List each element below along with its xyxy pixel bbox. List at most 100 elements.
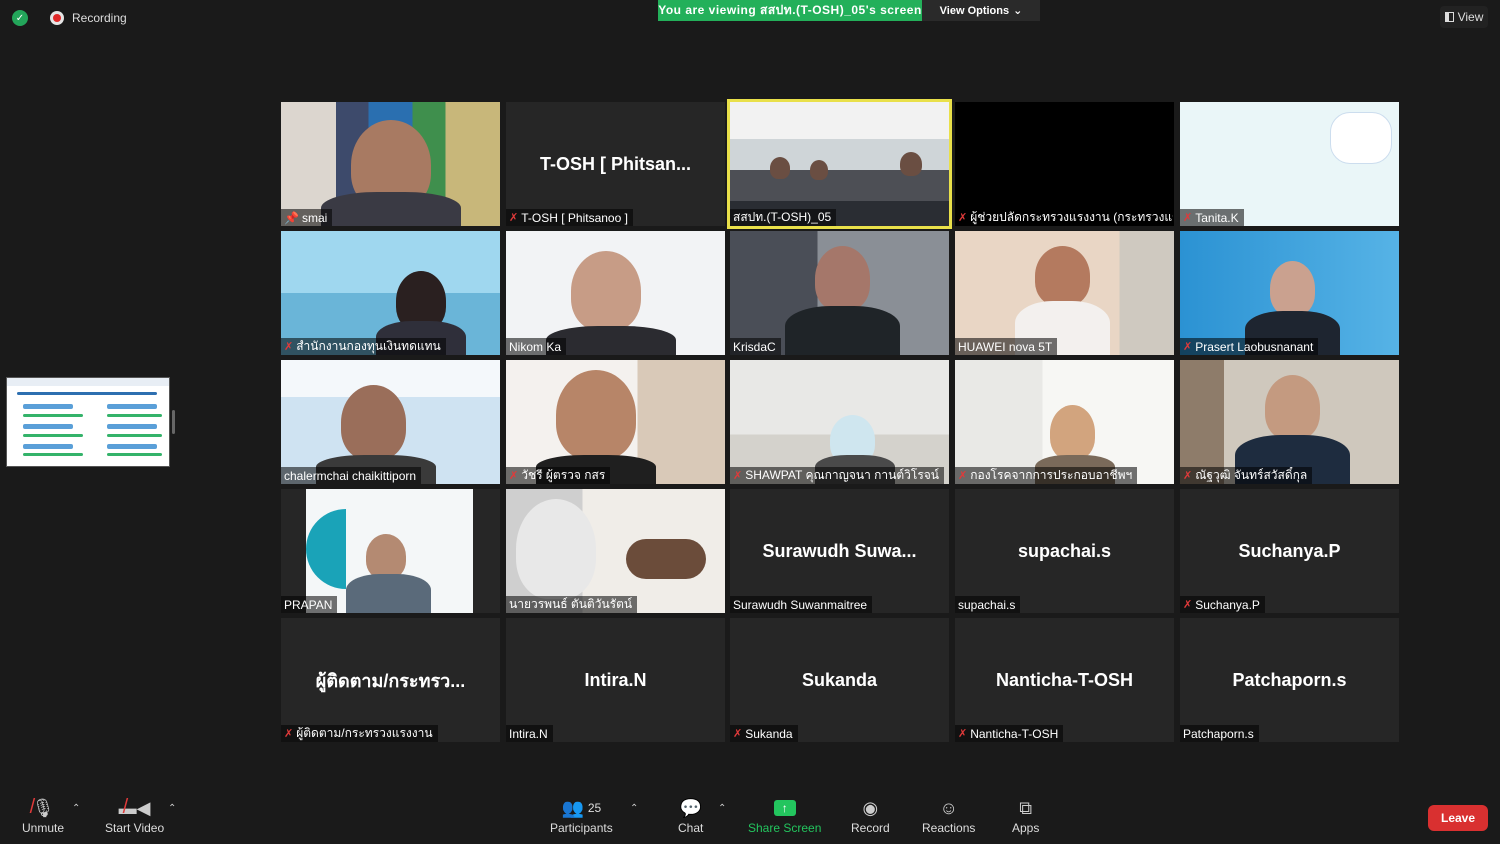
participant-name: Nikom Ka xyxy=(506,338,567,355)
mic-muted-icon: ✗ xyxy=(958,212,968,224)
participants-button[interactable]: 👥 25 Participants xyxy=(550,795,613,836)
video-tile[interactable]: PRAPAN xyxy=(281,489,500,613)
participant-name: Surawudh Suwanmaitree xyxy=(730,596,873,613)
mic-muted-icon: ✗ xyxy=(958,470,968,482)
participant-name: ✗ ผู้ติดตาม/กระทรวงแรงงาน xyxy=(281,725,438,742)
video-tile[interactable]: HUAWEI nova 5T xyxy=(955,231,1174,355)
record-button[interactable]: ◉ Record xyxy=(851,795,890,836)
participant-name: ✗ วัชรี ผู้ตรวจ กสร xyxy=(506,467,611,484)
video-tile[interactable]: ✗ ณัฐวุฒิ จันทร์สวัสดิ์กุล xyxy=(1180,360,1399,484)
participant-name: สสปท.(T-OSH)_05 xyxy=(730,209,837,226)
video-tile[interactable]: Intira.N Intira.N xyxy=(506,618,725,742)
video-tile[interactable]: ✗ ผู้ช่วยปลัดกระทรวงแรงงาน (กระทรวงแรง... xyxy=(955,102,1174,226)
chat-button[interactable]: 💬 Chat xyxy=(678,795,704,836)
split-view-handle[interactable] xyxy=(172,410,175,434)
share-screen-button[interactable]: ↑ Share Screen xyxy=(748,795,821,835)
mic-muted-icon: ✗ xyxy=(1183,212,1193,224)
apps-button[interactable]: ⧉ Apps xyxy=(1012,795,1039,836)
mic-muted-icon: ✗ xyxy=(733,470,743,482)
participants-icon: 👥 xyxy=(561,797,584,818)
participant-name: ✗ Prasert Laobusnanant xyxy=(1180,338,1319,355)
pin-icon: 📌 xyxy=(284,210,299,225)
unmute-label: Unmute xyxy=(22,821,65,835)
participants-options-caret[interactable]: ⌃ xyxy=(630,803,638,814)
participant-name: ✗ สำนักงานกองทุนเงินทดแทน xyxy=(281,338,446,355)
video-tile[interactable]: นายวรพนธ์ ตันติวันรัตน์ xyxy=(506,489,725,613)
mic-muted-icon: ✗ xyxy=(509,212,519,224)
mic-muted-icon: ✗ xyxy=(1183,599,1193,611)
video-tile[interactable]: Nikom Ka xyxy=(506,231,725,355)
video-tile[interactable]: Surawudh Suwa... Surawudh Suwanmaitree xyxy=(730,489,949,613)
mic-muted-icon: ✗ xyxy=(284,728,294,740)
view-options-button[interactable]: View Options ⌄ xyxy=(922,0,1040,21)
video-tile[interactable]: ✗ กองโรคจากการประกอบอาชีพฯ xyxy=(955,360,1174,484)
shared-screen-thumbnail[interactable] xyxy=(6,377,170,467)
participant-display-name: Suchanya.P xyxy=(1238,540,1341,561)
view-button[interactable]: View xyxy=(1440,6,1488,28)
start-video-label: Start Video xyxy=(105,821,165,835)
mic-muted-icon: ✗ xyxy=(733,728,743,740)
view-options-label: View Options xyxy=(939,4,1010,17)
participant-display-name: Patchaporn.s xyxy=(1232,669,1347,690)
reactions-label: Reactions xyxy=(922,821,976,835)
participant-name: Patchaporn.s xyxy=(1180,725,1259,742)
chat-bubble-icon: 💬 xyxy=(679,797,702,818)
audio-options-caret[interactable]: ⌃ xyxy=(72,803,80,814)
video-tile[interactable]: supachai.s supachai.s xyxy=(955,489,1174,613)
participant-display-name: Surawudh Suwa... xyxy=(762,540,917,561)
participants-label: Participants xyxy=(550,821,613,835)
participant-display-name: T-OSH [ Phitsan... xyxy=(539,153,691,174)
chat-options-caret[interactable]: ⌃ xyxy=(718,803,726,814)
participant-name: 📌 smai xyxy=(281,209,333,226)
video-tile[interactable]: ผู้ติดตาม/กระทรว... ✗ ผู้ติดตาม/กระทรวงแร… xyxy=(281,618,500,742)
participant-name: ✗ Sukanda xyxy=(730,725,798,742)
video-tile[interactable]: Patchaporn.s Patchaporn.s xyxy=(1180,618,1399,742)
reactions-button[interactable]: ☺ Reactions xyxy=(922,795,976,836)
unmute-button[interactable]: 🎙 / Unmute xyxy=(22,795,65,836)
share-screen-label: Share Screen xyxy=(748,821,822,835)
video-tile[interactable]: KrisdaC xyxy=(730,231,949,355)
video-camera-off-icon: ▬◀ / xyxy=(118,795,151,818)
start-video-button[interactable]: ▬◀ / Start Video xyxy=(105,795,165,836)
recording-label: Recording xyxy=(72,11,127,25)
video-tile[interactable]: T-OSH [ Phitsan... ✗ T-OSH [ Phitsanoo ] xyxy=(506,102,725,226)
video-tile[interactable]: Nanticha-T-OSH ✗ Nanticha-T-OSH xyxy=(955,618,1174,742)
viewing-screen-banner: You are viewing สสปท.(T-OSH)_05's screen xyxy=(658,0,922,21)
participant-name: ✗ ณัฐวุฒิ จันทร์สวัสดิ์กุล xyxy=(1180,467,1313,484)
smiley-plus-icon: ☺ xyxy=(939,797,958,818)
video-tile[interactable]: 📌 smai xyxy=(281,102,500,226)
video-tile[interactable]: ✗ SHAWPAT คุณกาญจนา กานต์วิโรจน์ xyxy=(730,360,949,484)
participant-name: ✗ SHAWPAT คุณกาญจนา กานต์วิโรจน์ xyxy=(730,467,945,484)
mic-muted-icon: ✗ xyxy=(1183,341,1193,353)
participant-display-name: ผู้ติดตาม/กระทรว... xyxy=(315,670,466,691)
participant-name: chalermchai chaikittiporn xyxy=(281,467,422,484)
video-tile[interactable]: chalermchai chaikittiporn xyxy=(281,360,500,484)
top-status: ✓ Recording xyxy=(12,10,127,26)
mic-muted-icon: ✗ xyxy=(509,470,519,482)
participants-count: 25 xyxy=(587,801,602,815)
chat-label: Chat xyxy=(678,821,704,835)
participant-display-name: supachai.s xyxy=(1017,540,1112,561)
participant-name: ✗ ผู้ช่วยปลัดกระทรวงแรงงาน (กระทรวงแรง... xyxy=(955,209,1173,226)
participant-name: ✗ Tanita.K xyxy=(1180,209,1244,226)
video-options-caret[interactable]: ⌃ xyxy=(168,803,176,814)
video-tile[interactable]: Suchanya.P ✗ Suchanya.P xyxy=(1180,489,1399,613)
view-layout-icon xyxy=(1444,12,1454,22)
participant-name: ✗ Nanticha-T-OSH xyxy=(955,725,1064,742)
video-tile[interactable]: ✗ วัชรี ผู้ตรวจ กสร xyxy=(506,360,725,484)
video-tile[interactable]: ✗ Tanita.K xyxy=(1180,102,1399,226)
video-tile-active-speaker[interactable]: สสปท.(T-OSH)_05 xyxy=(727,99,952,229)
participant-name: นายวรพนธ์ ตันติวันรัตน์ xyxy=(506,596,638,613)
mic-muted-icon: ✗ xyxy=(958,728,968,740)
participant-name: ✗ Suchanya.P xyxy=(1180,596,1265,613)
leave-button[interactable]: Leave xyxy=(1428,805,1488,831)
record-icon: ◉ xyxy=(862,797,879,818)
video-tile[interactable]: ✗ Prasert Laobusnanant xyxy=(1180,231,1399,355)
video-tile[interactable]: Sukanda ✗ Sukanda xyxy=(730,618,949,742)
participant-name: KrisdaC xyxy=(730,338,781,355)
share-screen-icon: ↑ xyxy=(773,795,796,821)
video-tile[interactable]: ✗ สำนักงานกองทุนเงินทดแทน xyxy=(281,231,500,355)
participant-name: ✗ กองโรคจากการประกอบอาชีพฯ xyxy=(955,467,1138,484)
security-shield-icon[interactable]: ✓ xyxy=(12,10,28,26)
video-grid: 📌 smai T-OSH [ Phitsan... ✗ T-OSH [ Phitsa… xyxy=(281,99,1399,742)
